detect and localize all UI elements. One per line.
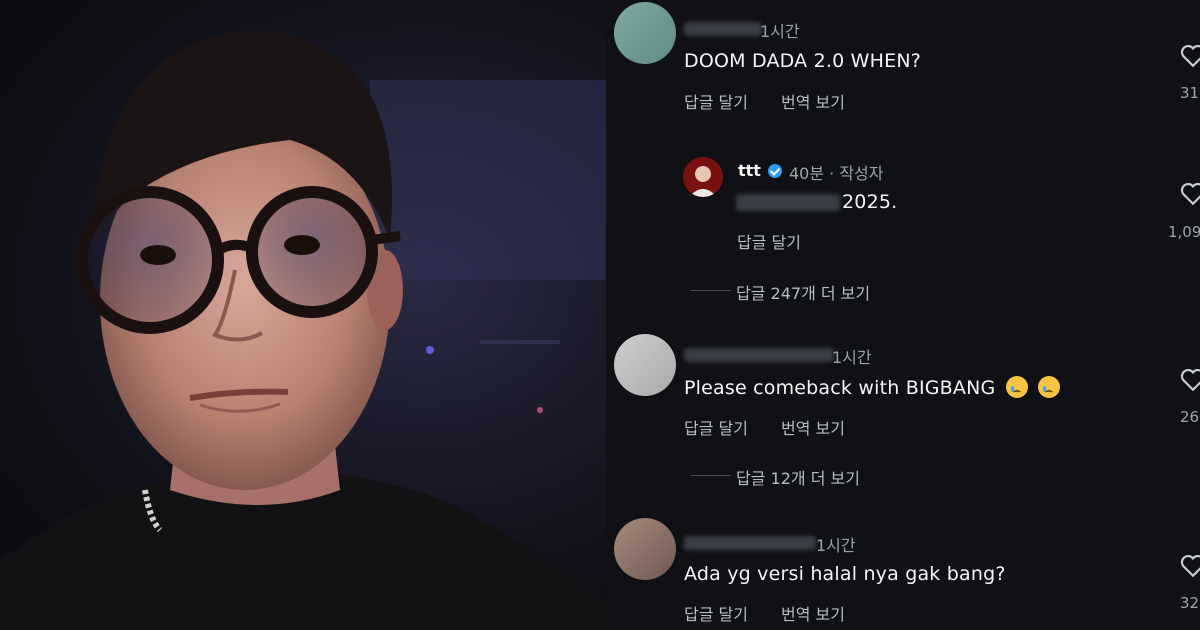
comment-time: 1시간 [816,536,856,555]
selfie-photo [0,0,606,630]
heart-icon[interactable] [1180,554,1200,582]
photo-illustration [0,31,606,630]
heart-icon[interactable] [1180,44,1200,72]
crying-face-emoji [1037,376,1060,398]
verified-badge-icon [768,164,782,178]
comment-text: Please comeback with BIGBANG [684,376,1060,399]
comment-text: Ada yg versi halal nya gak bang? [684,563,1006,585]
view-more-line [691,290,731,291]
username-redacted[interactable] [684,536,816,550]
crying-face-emoji [1005,376,1028,398]
view-more-replies[interactable]: 답글 247개 더 보기 [736,280,870,304]
translate-button[interactable]: 번역 보기 [781,89,845,113]
author-avatar-image [689,166,717,197]
screenshot-root: 1시간 DOOM DADA 2.0 WHEN? 답글 달기 번역 보기 31 t… [0,0,1200,630]
reply-button[interactable]: 답글 달기 [737,229,801,253]
heart-icon[interactable] [1180,182,1200,210]
comment-time: 1시간 [760,22,800,41]
translate-button[interactable]: 번역 보기 [781,601,845,625]
avatar[interactable] [614,2,676,64]
comment-text-body: Please comeback with BIGBANG [684,377,996,399]
comment-time: 40분 · 작성자 [789,164,884,183]
avatar[interactable] [614,334,676,396]
text-redacted [736,194,840,211]
comment-time: 1시간 [832,348,872,367]
reply-button[interactable]: 답글 달기 [684,601,748,625]
like-count: 1,09 [1168,223,1200,241]
username-redacted[interactable] [684,348,834,362]
author-name[interactable]: ttt [738,161,761,180]
view-more-replies[interactable]: 답글 12개 더 보기 [736,465,860,489]
like-count: 26 [1180,408,1200,426]
translate-button[interactable]: 번역 보기 [781,415,845,439]
avatar[interactable] [614,518,676,580]
reply-button[interactable]: 답글 달기 [684,415,748,439]
like-count: 32 [1180,594,1200,612]
author-avatar[interactable] [683,157,723,197]
comment-text: DOOM DADA 2.0 WHEN? [684,50,922,72]
like-count: 31 [1180,84,1200,102]
view-more-line [691,475,731,476]
heart-icon[interactable] [1180,368,1200,396]
comments-panel: 1시간 DOOM DADA 2.0 WHEN? 답글 달기 번역 보기 31 t… [606,0,1200,630]
comment-text: 2025. [842,191,898,213]
username-redacted[interactable] [684,22,762,36]
reply-button[interactable]: 답글 달기 [684,89,748,113]
